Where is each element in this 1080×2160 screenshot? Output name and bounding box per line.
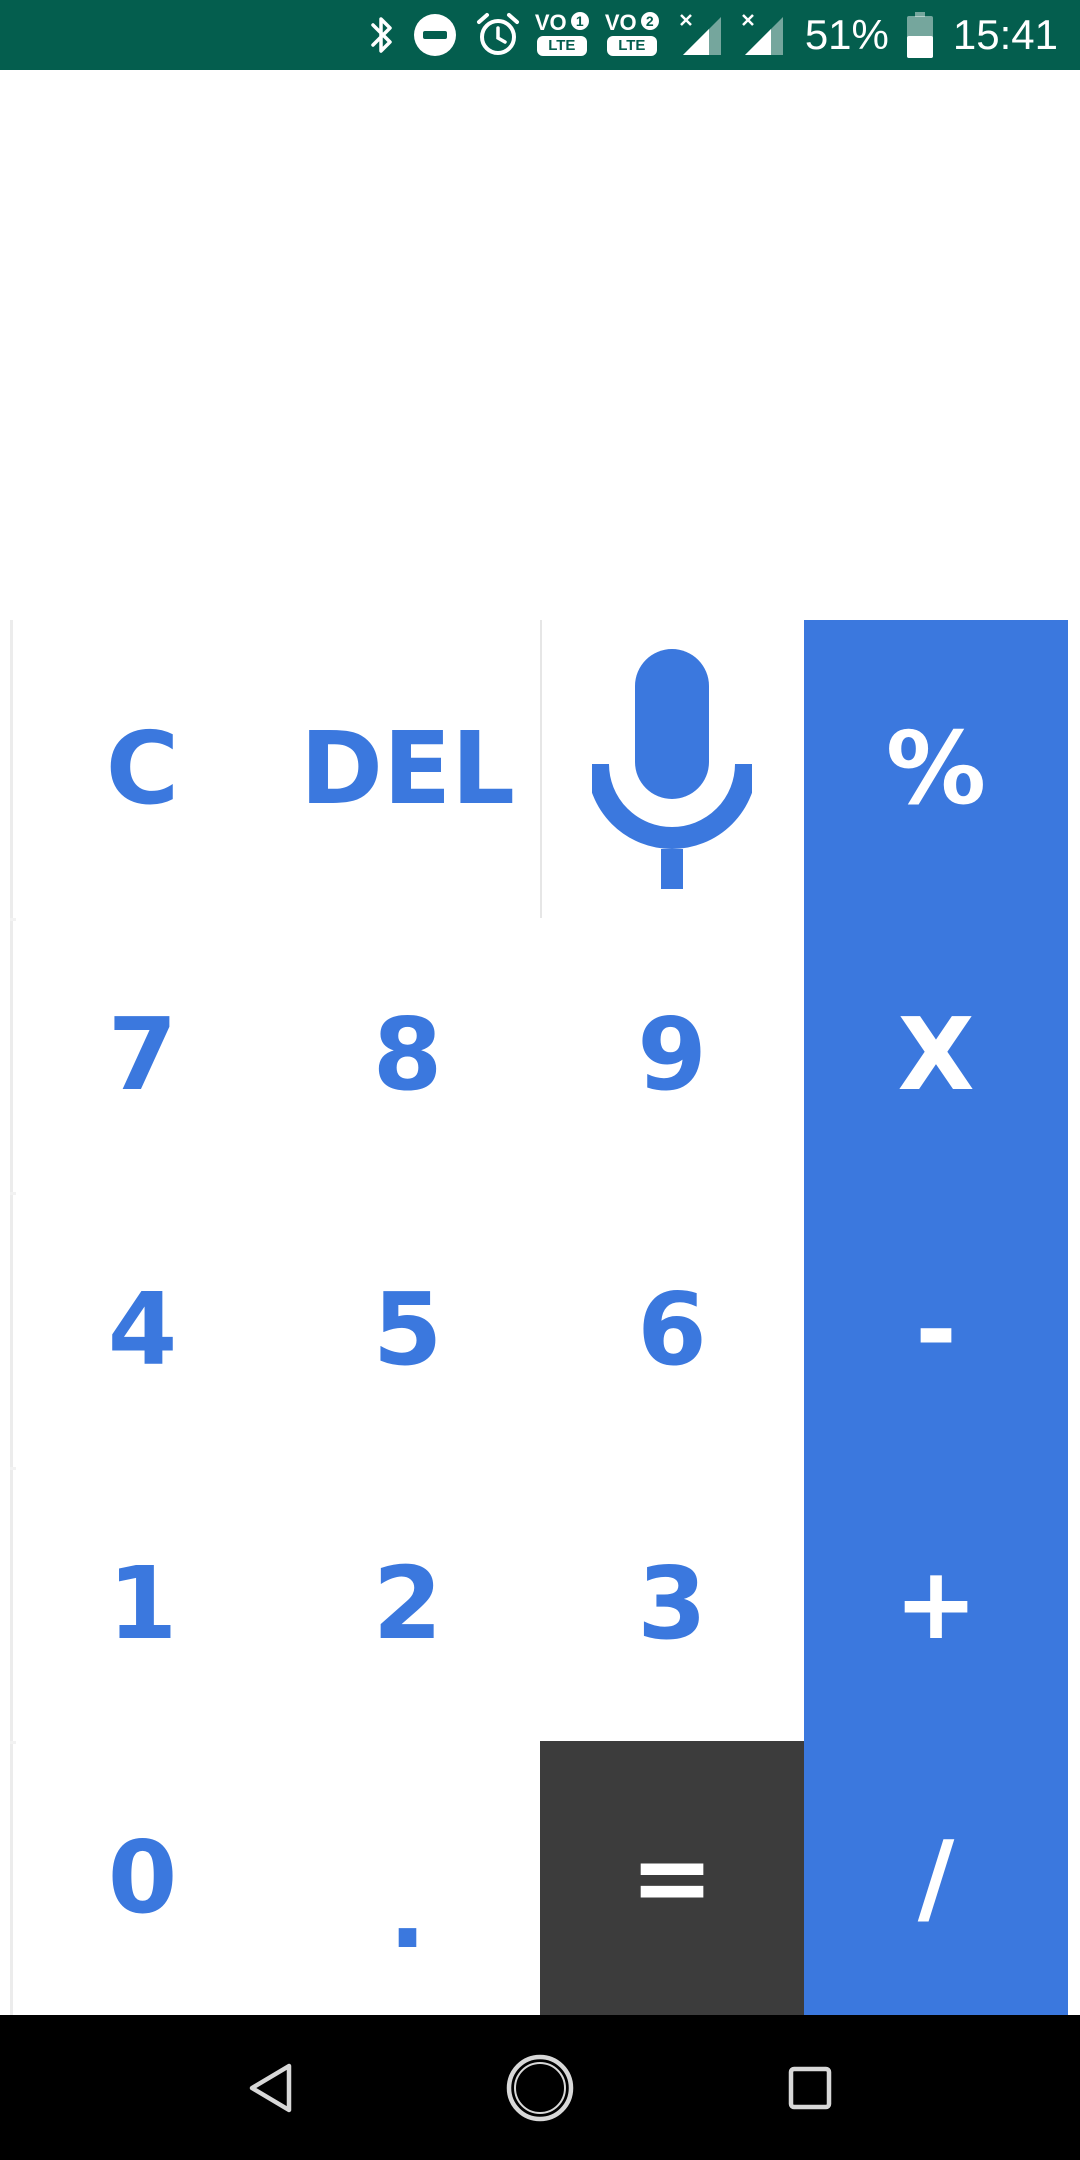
recents-button[interactable] — [760, 2015, 860, 2160]
volte-sim1-icon: VO 1 LTE — [535, 10, 591, 60]
home-button[interactable] — [490, 2015, 590, 2160]
multiply-button[interactable]: X — [804, 918, 1068, 1192]
status-icons: VO 1 LTE VO 2 LTE 51% 15:41 — [351, 0, 1058, 70]
bluetooth-icon — [369, 14, 395, 56]
home-icon — [506, 2054, 574, 2121]
digit-3-button[interactable]: 3 — [540, 1467, 804, 1741]
lte-label: LTE — [606, 36, 657, 56]
signal-icon — [679, 13, 723, 57]
do-not-disturb-icon — [413, 13, 457, 57]
digit-6-button[interactable]: 6 — [540, 1192, 804, 1467]
clock: 15:41 — [952, 11, 1058, 58]
digit-5-button[interactable]: 5 — [275, 1192, 540, 1467]
divide-button[interactable]: / — [804, 1741, 1068, 2015]
volte-sim2-icon: VO 2 LTE — [605, 10, 661, 60]
decimal-button[interactable]: . — [275, 1741, 540, 2015]
battery-percent: 51% — [804, 11, 889, 58]
volte-label: VO — [604, 10, 637, 35]
digit-9-button[interactable]: 9 — [540, 918, 804, 1192]
delete-button[interactable]: DEL — [275, 620, 540, 918]
back-icon — [249, 2063, 292, 2112]
sim-number: 1 — [570, 12, 589, 30]
clear-button[interactable]: C — [10, 620, 275, 918]
digit-4-button[interactable]: 4 — [10, 1192, 275, 1467]
percent-button[interactable]: % — [804, 620, 1068, 918]
sim-number: 2 — [640, 12, 659, 30]
digit-1-button[interactable]: 1 — [10, 1467, 275, 1741]
digit-8-button[interactable]: 8 — [275, 918, 540, 1192]
digit-0-button[interactable]: 0 — [10, 1741, 275, 2015]
calculator-display — [0, 70, 1080, 620]
volte-label: VO — [534, 10, 567, 35]
equals-button[interactable]: = — [540, 1741, 804, 2015]
battery-icon — [906, 12, 933, 58]
lte-label: LTE — [536, 36, 587, 56]
alarm-icon — [475, 12, 521, 58]
keypad: C DEL % 7 8 9 X 4 5 6 - 1 2 3 + 0 . = / — [10, 620, 1068, 2015]
signal-icon — [741, 13, 785, 57]
voice-input-button[interactable] — [540, 620, 804, 918]
digit-2-button[interactable]: 2 — [275, 1467, 540, 1741]
digit-7-button[interactable]: 7 — [10, 918, 275, 1192]
add-button[interactable]: + — [804, 1467, 1068, 1741]
subtract-button[interactable]: - — [804, 1192, 1068, 1467]
microphone-icon — [592, 649, 752, 889]
status-bar: VO 1 LTE VO 2 LTE 51% 15:41 — [0, 0, 1080, 70]
recents-icon — [788, 2066, 832, 2109]
back-button[interactable] — [220, 2015, 320, 2160]
navigation-bar — [0, 2015, 1080, 2160]
